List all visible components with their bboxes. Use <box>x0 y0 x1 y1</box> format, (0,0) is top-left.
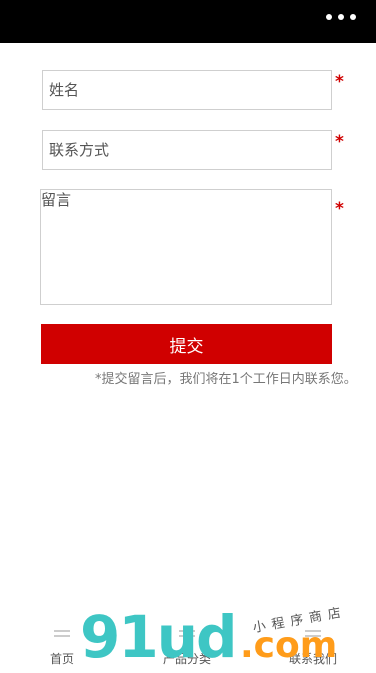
name-input[interactable] <box>42 70 332 110</box>
tab-contact-us-label: 联系我们 <box>288 652 337 666</box>
required-mark-message: * <box>335 199 344 219</box>
menu-icon <box>179 630 195 642</box>
menu-icon <box>54 630 70 642</box>
bottom-tab-bar: 首页 产品分类 联系我们 <box>0 620 376 673</box>
top-bar <box>0 0 376 43</box>
more-dots-icon[interactable] <box>326 14 356 20</box>
submit-button[interactable]: 提交 <box>41 324 332 364</box>
tab-home[interactable]: 首页 <box>2 620 122 673</box>
message-textarea[interactable] <box>40 189 332 305</box>
required-mark-name: * <box>335 72 344 92</box>
tab-contact-us[interactable]: 联系我们 <box>253 620 373 673</box>
submit-hint: *提交留言后，我们将在1个工作日内联系您。 <box>95 372 357 387</box>
menu-icon <box>305 630 321 642</box>
tab-product-category[interactable]: 产品分类 <box>127 620 247 673</box>
tab-home-label: 首页 <box>49 652 74 666</box>
required-mark-contact: * <box>335 132 344 152</box>
contact-input[interactable] <box>42 130 332 170</box>
tab-product-category-label: 产品分类 <box>162 652 211 666</box>
